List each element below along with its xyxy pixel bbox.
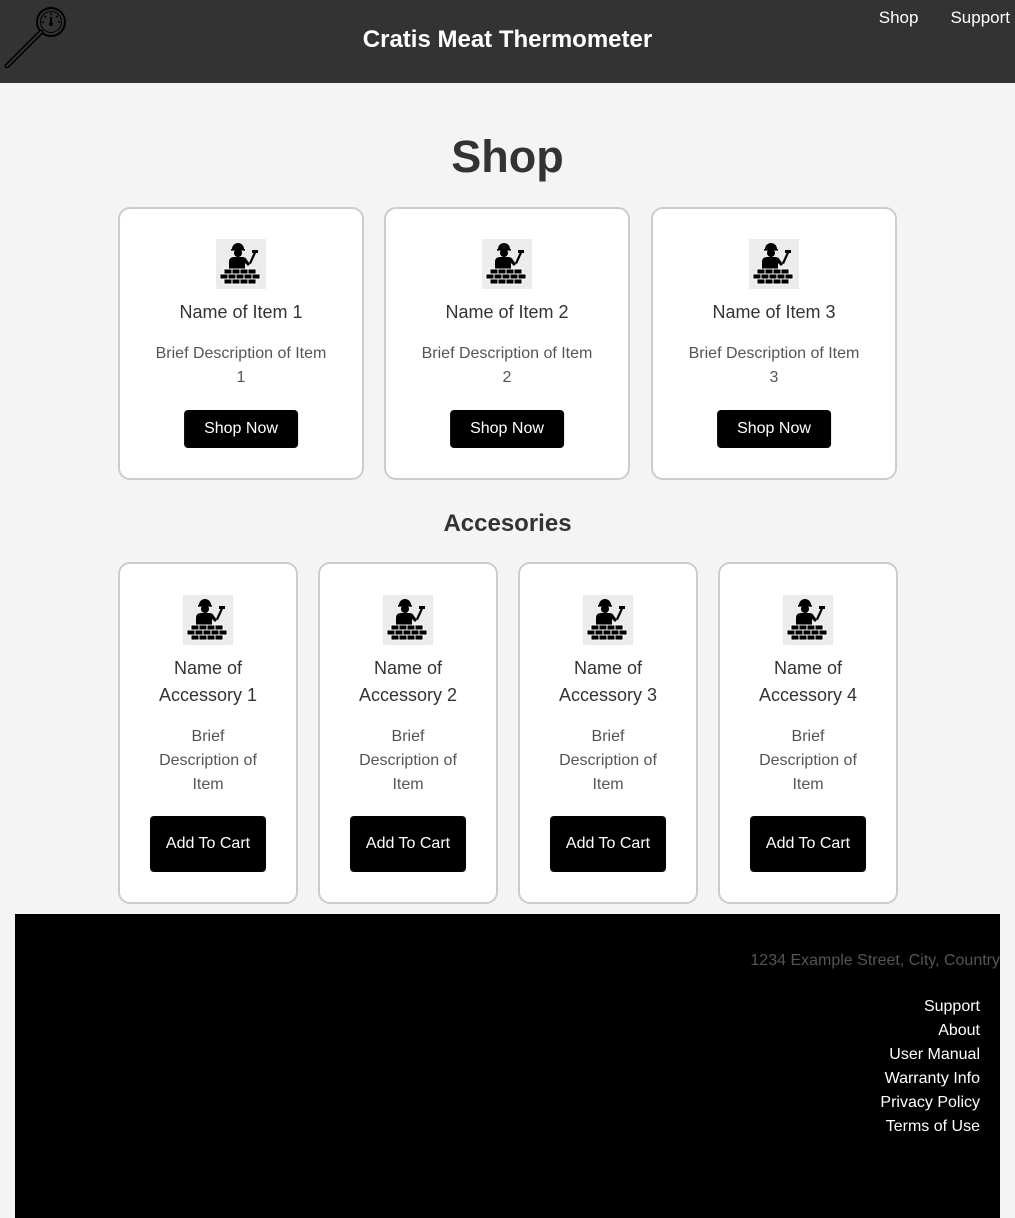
accessory-card: Name of Accessory 3 Brief Description of … — [518, 562, 698, 904]
footer-link-user-manual[interactable]: User Manual — [880, 1043, 980, 1067]
footer-link-privacy-policy[interactable]: Privacy Policy — [880, 1091, 980, 1115]
footer-links: Support About User Manual Warranty Info … — [880, 995, 980, 1139]
accessory-description: Brief Description of Item — [759, 728, 857, 793]
footer-address: 1234 Example Street, City, Country — [750, 952, 1000, 969]
shop-now-button[interactable]: Shop Now — [450, 410, 564, 448]
accessory-card: Name of Accessory 2 Brief Description of … — [318, 562, 498, 904]
add-to-cart-button[interactable]: Add To Cart — [750, 816, 866, 872]
product-name: Name of Item 1 — [179, 302, 303, 322]
construction-worker-icon — [482, 239, 532, 289]
add-to-cart-button[interactable]: Add To Cart — [150, 816, 266, 872]
accessory-name: Name of Accessory 4 — [758, 658, 858, 705]
footer-link-warranty-info[interactable]: Warranty Info — [880, 1067, 980, 1091]
footer-link-support[interactable]: Support — [880, 995, 980, 1019]
accessory-card: Name of Accessory 1 Brief Description of … — [118, 562, 298, 904]
product-description: Brief Description of Item 3 — [688, 345, 860, 386]
page-title: Shop — [451, 131, 564, 182]
footer-link-terms-of-use[interactable]: Terms of Use — [880, 1115, 980, 1139]
accessory-name: Name of Accessory 2 — [358, 658, 458, 705]
accessories-heading: Accesories — [443, 510, 572, 537]
product-description: Brief Description of Item 1 — [155, 345, 327, 386]
site-title: Cratis Meat Thermometer — [362, 26, 653, 53]
construction-worker-icon — [216, 239, 266, 289]
construction-worker-icon — [749, 239, 799, 289]
nav-link-support[interactable]: Support — [950, 8, 1010, 28]
accessory-description: Brief Description of Item — [359, 728, 457, 793]
construction-worker-icon — [783, 595, 833, 645]
accessory-name: Name of Accessory 1 — [158, 658, 258, 705]
accessory-name: Name of Accessory 3 — [558, 658, 658, 705]
accessory-card: Name of Accessory 4 Brief Description of … — [718, 562, 898, 904]
site-footer: 1234 Example Street, City, Country Suppo… — [15, 914, 1000, 1218]
add-to-cart-button[interactable]: Add To Cart — [350, 816, 466, 872]
nav-link-shop[interactable]: Shop — [879, 8, 919, 28]
site-header: Cratis Meat Thermometer Shop Support — [0, 0, 1015, 83]
product-card: Name of Item 3 Brief Description of Item … — [651, 207, 897, 480]
construction-worker-icon — [383, 595, 433, 645]
add-to-cart-button[interactable]: Add To Cart — [550, 816, 666, 872]
accessory-description: Brief Description of Item — [159, 728, 257, 793]
shop-now-button[interactable]: Shop Now — [184, 410, 298, 448]
accessory-description: Brief Description of Item — [559, 728, 657, 793]
shop-now-button[interactable]: Shop Now — [717, 410, 831, 448]
construction-worker-icon — [583, 595, 633, 645]
product-card: Name of Item 1 Brief Description of Item … — [118, 207, 364, 480]
main-nav: Shop Support — [847, 8, 1010, 28]
product-name: Name of Item 2 — [445, 302, 569, 322]
product-name: Name of Item 3 — [712, 302, 836, 322]
footer-link-about[interactable]: About — [880, 1019, 980, 1043]
product-description: Brief Description of Item 2 — [421, 345, 593, 386]
product-card: Name of Item 2 Brief Description of Item … — [384, 207, 630, 480]
construction-worker-icon — [183, 595, 233, 645]
